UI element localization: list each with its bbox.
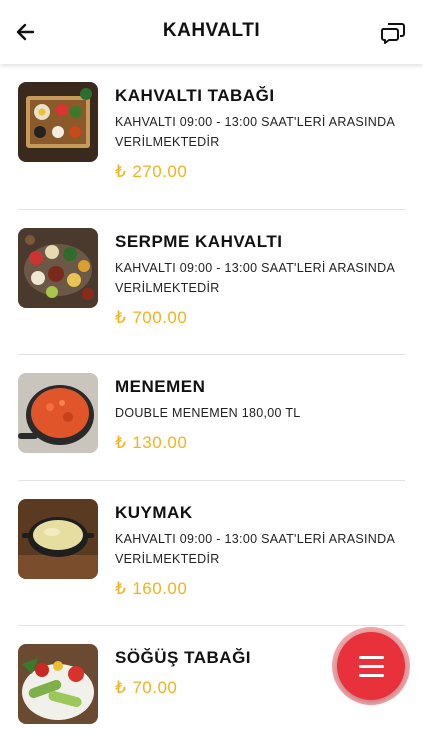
- menu-item[interactable]: KAHVALTI TABAĞI KAHVALTI 09:00 - 13:00 S…: [0, 64, 423, 210]
- price-value: 130.00: [132, 433, 188, 452]
- spread-breakfast-photo: [18, 228, 98, 308]
- item-name: KAHVALTI TABAĞI: [115, 86, 275, 105]
- currency-symbol: ₺: [115, 162, 127, 181]
- currency-symbol: ₺: [115, 579, 127, 598]
- price-value: 270.00: [132, 162, 188, 181]
- item-description: KAHVALTI 09:00 - 13:00 SAAT'LERİ ARASIND…: [115, 532, 395, 566]
- menu-item[interactable]: SERPME KAHVALTI KAHVALTI 09:00 - 13:00 S…: [0, 210, 423, 355]
- menemen-pan-photo: [18, 373, 98, 453]
- price-value: 160.00: [132, 579, 188, 598]
- currency-symbol: ₺: [115, 433, 127, 452]
- item-price: ₺ 270.00: [115, 162, 405, 182]
- menu-fab-button[interactable]: [332, 627, 410, 705]
- breakfast-plate-photo: [18, 82, 98, 162]
- price-value: 700.00: [132, 308, 188, 327]
- hamburger-menu-icon: [337, 632, 405, 700]
- vegetable-plate-photo: [18, 644, 98, 724]
- kuymak-pan-photo: [18, 499, 98, 579]
- currency-symbol: ₺: [115, 678, 127, 697]
- app-header: KAHVALTI: [0, 0, 423, 64]
- item-name: SERPME KAHVALTI: [115, 232, 283, 251]
- item-description: DOUBLE MENEMEN 180,00 TL: [115, 406, 301, 420]
- page-title: KAHVALTI: [162, 20, 261, 41]
- item-price: ₺ 700.00: [115, 308, 405, 328]
- menu-item[interactable]: MENEMEN DOUBLE MENEMEN 180,00 TL ₺ 130.00: [0, 355, 423, 481]
- chat-bubbles-icon: [380, 23, 405, 44]
- item-description: KAHVALTI 09:00 - 13:00 SAAT'LERİ ARASIND…: [115, 261, 395, 295]
- menu-item[interactable]: KUYMAK KAHVALTI 09:00 - 13:00 SAAT'LERİ …: [0, 481, 423, 626]
- item-name: MENEMEN: [115, 377, 206, 396]
- chat-button[interactable]: [380, 20, 406, 46]
- item-price: ₺ 160.00: [115, 579, 405, 599]
- currency-symbol: ₺: [115, 308, 127, 327]
- price-value: 70.00: [132, 678, 178, 697]
- item-price: ₺ 130.00: [115, 433, 405, 453]
- item-description: KAHVALTI 09:00 - 13:00 SAAT'LERİ ARASIND…: [115, 115, 395, 149]
- item-name: KUYMAK: [115, 503, 193, 522]
